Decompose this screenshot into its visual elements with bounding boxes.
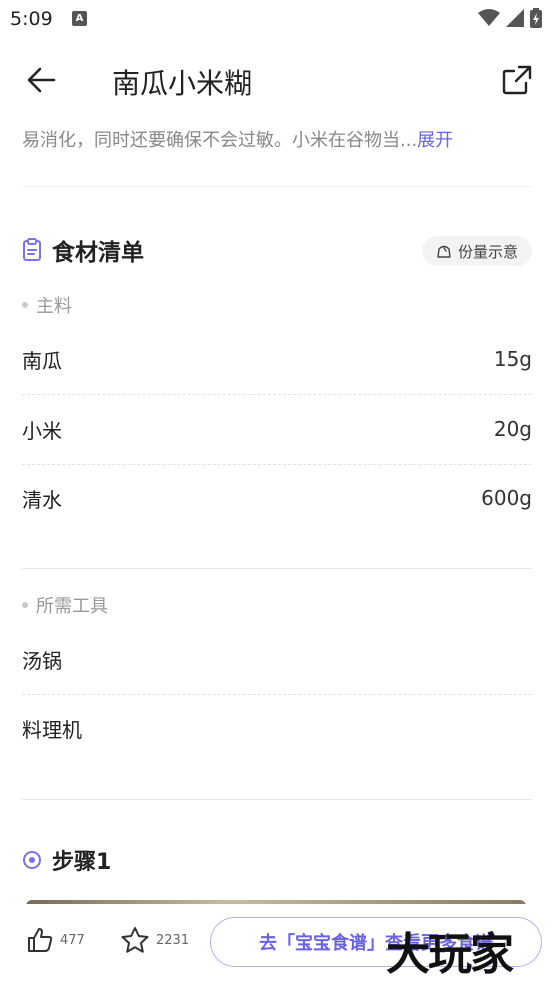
ingredient-row: 清水 600g	[22, 463, 532, 533]
ingredients-title: 食材清单	[52, 240, 144, 266]
clipboard-icon	[23, 238, 41, 261]
step-header: 步骤1	[22, 844, 111, 876]
header: 南瓜小米糊	[0, 50, 554, 110]
star-icon	[121, 927, 149, 953]
bullet-dot	[22, 602, 28, 608]
main-ingredients-label: 主料	[22, 292, 72, 318]
ingredient-qty: 15g	[493, 347, 532, 371]
divider	[22, 186, 532, 187]
status-icons	[478, 8, 542, 28]
expand-link[interactable]: 展开	[417, 130, 453, 151]
ingredient-row: 小米 20g	[22, 394, 532, 464]
status-time: 5:09	[10, 8, 53, 30]
tools-label: 所需工具	[22, 592, 108, 618]
signal-icon	[506, 9, 524, 27]
step-title: 步骤1	[52, 850, 112, 875]
favorite-button[interactable]: 2231	[120, 926, 189, 954]
tools-label-text: 所需工具	[36, 596, 108, 617]
back-arrow-icon	[27, 67, 56, 93]
watermark-logo: 大玩家	[386, 929, 514, 980]
favorite-count: 2231	[156, 932, 190, 948]
bullet-dot	[22, 302, 28, 308]
like-button[interactable]: 477	[26, 926, 85, 954]
ingredients-header: 食材清单	[22, 233, 144, 267]
back-button[interactable]	[24, 64, 60, 96]
section-divider	[22, 568, 532, 569]
notification-icon: A	[72, 11, 87, 26]
tool-name: 料理机	[22, 717, 82, 742]
ingredient-name: 小米	[22, 418, 62, 443]
page-title: 南瓜小米糊	[112, 67, 253, 100]
main-label-text: 主料	[36, 296, 72, 317]
recipe-description: 易消化，同时还要确保不会过敏。小米在谷物当...展开	[22, 126, 453, 152]
ingredient-row: 南瓜 15g	[22, 324, 532, 394]
share-button[interactable]	[500, 63, 534, 97]
like-count: 477	[60, 932, 85, 948]
thumbs-up-icon	[28, 928, 53, 952]
section-divider	[22, 799, 532, 800]
status-bar: 5:09 A	[0, 0, 554, 38]
tool-name: 汤锅	[22, 648, 62, 673]
ingredient-qty: 20g	[493, 417, 532, 441]
battery-icon	[530, 8, 542, 28]
ingredient-name: 南瓜	[22, 348, 62, 373]
portion-guide-label: 份量示意	[457, 242, 518, 261]
ingredient-name: 清水	[22, 487, 62, 512]
description-text: 易消化，同时还要确保不会过敏。小米在谷物当...	[22, 130, 418, 151]
target-icon	[23, 851, 41, 869]
tool-row: 汤锅	[22, 624, 532, 694]
scale-icon	[437, 245, 451, 258]
ingredient-qty: 600g	[481, 486, 532, 510]
share-icon	[502, 65, 532, 95]
wifi-icon	[478, 9, 500, 26]
tool-row: 料理机	[22, 693, 532, 763]
portion-guide-button[interactable]: 份量示意	[421, 236, 532, 266]
